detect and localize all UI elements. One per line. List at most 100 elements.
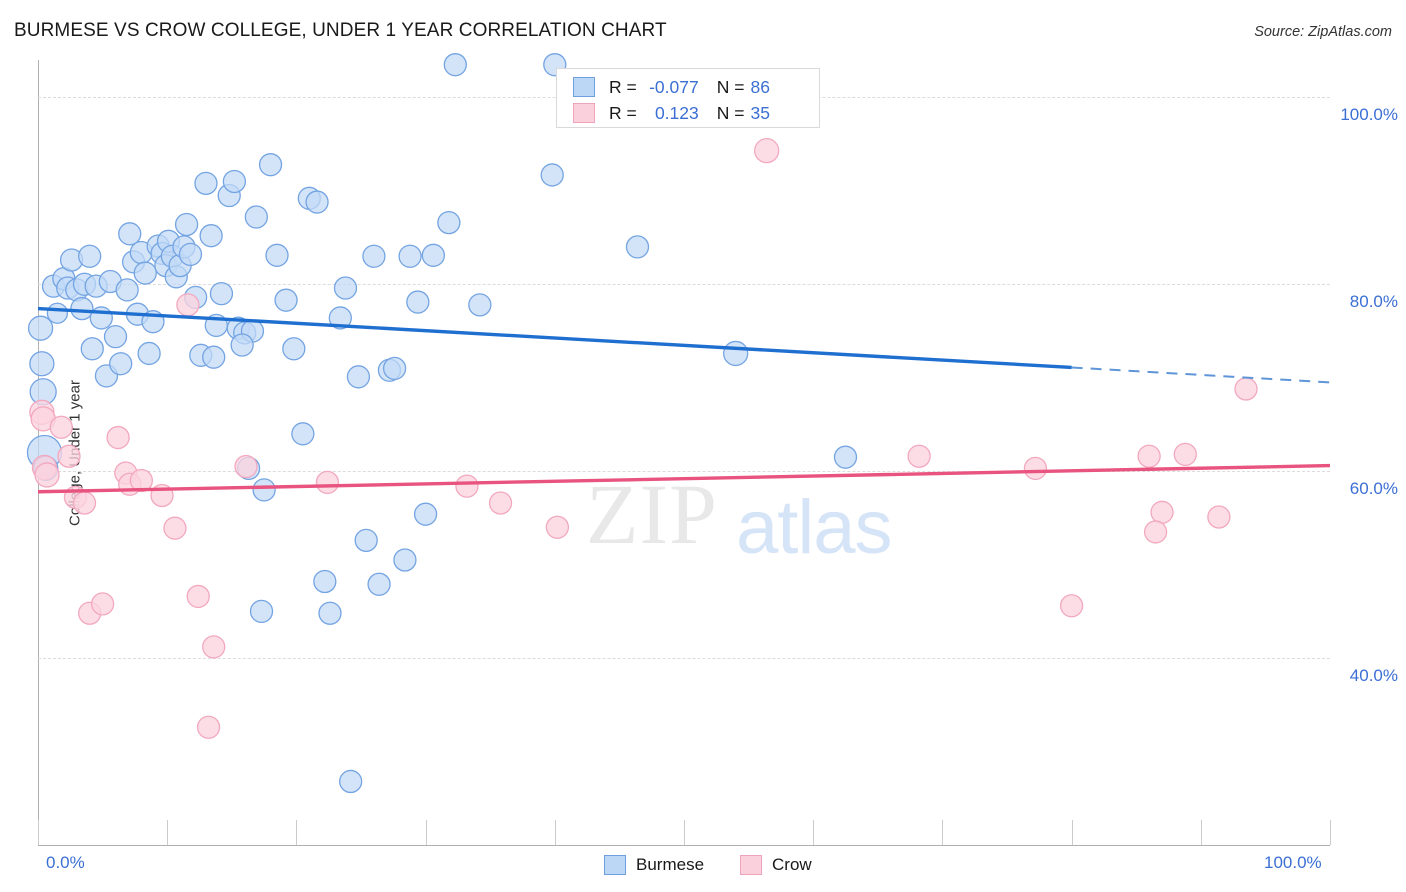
data-point (333, 276, 358, 300)
data-point (176, 293, 200, 317)
x-axis-line (38, 845, 1330, 846)
data-point (109, 352, 133, 376)
x-tick-mark (296, 820, 298, 845)
r-label-burmese: R = (609, 76, 637, 97)
data-point (234, 454, 258, 479)
data-point (318, 601, 342, 625)
y-tick-label: 80.0% (1349, 292, 1398, 312)
legend-item-crow[interactable]: Crow (740, 855, 812, 875)
data-point (406, 290, 430, 314)
data-point (540, 163, 564, 187)
data-point (115, 278, 139, 302)
correlation-stats-legend: R = -0.077 N = 86 R = 0.123 N = 35 (556, 68, 820, 128)
data-point (49, 415, 73, 439)
stats-row-burmese: R = -0.077 N = 86 (557, 74, 819, 100)
data-point (34, 462, 60, 488)
data-point (1143, 520, 1168, 544)
data-point (252, 478, 276, 502)
data-point (455, 474, 479, 498)
data-point (1150, 500, 1174, 524)
data-point (354, 528, 378, 552)
legend-swatch-burmese (573, 77, 595, 97)
x-tick-mark (1071, 820, 1073, 845)
data-point (186, 584, 210, 609)
data-point (443, 53, 467, 77)
legend-label-crow: Crow (772, 855, 812, 874)
data-point (346, 365, 371, 389)
x-tick-mark (554, 820, 556, 845)
data-point (29, 351, 55, 377)
data-point (313, 569, 337, 594)
trendline-crow (37, 463, 1331, 494)
data-point (1137, 444, 1161, 468)
data-point (163, 516, 187, 540)
r-label-crow: R = (609, 102, 637, 123)
x-tick-mark (167, 820, 169, 845)
x-tick-label: 100.0% (1264, 853, 1322, 872)
y-tick-label: 100.0% (1340, 105, 1398, 125)
data-point (413, 502, 438, 526)
n-value-burmese: 86 (750, 76, 770, 97)
data-point (72, 491, 97, 515)
data-point (362, 244, 386, 268)
data-point (1207, 505, 1231, 529)
data-point (545, 515, 570, 539)
data-point (754, 137, 780, 164)
data-point (437, 210, 461, 235)
data-point (46, 302, 69, 324)
data-point (199, 224, 223, 248)
data-point (202, 635, 226, 659)
data-point (196, 715, 221, 739)
data-point (421, 243, 446, 267)
data-point (249, 599, 274, 624)
data-point (1173, 442, 1197, 467)
data-point (1023, 456, 1048, 481)
x-tick-mark (684, 820, 685, 845)
data-point (625, 235, 650, 259)
data-point (382, 356, 407, 381)
y-tick-label: 40.0% (1349, 666, 1398, 686)
data-point (265, 243, 289, 267)
x-tick-mark (425, 820, 427, 845)
scatter-plot-svg (26, 53, 1331, 794)
data-point (222, 169, 247, 194)
data-point (833, 445, 858, 469)
data-point (291, 422, 315, 446)
data-point (57, 444, 81, 468)
source-attribution: Source: ZipAtlas.com (1254, 24, 1392, 40)
legend-swatch-crow (573, 103, 595, 123)
n-label-crow: N = (716, 102, 745, 123)
data-point (230, 333, 254, 357)
x-tick-mark (1330, 820, 1331, 845)
x-tick-mark (1200, 820, 1202, 845)
series-burmese (26, 53, 858, 794)
data-point (118, 222, 142, 246)
x-tick-mark (942, 820, 944, 845)
data-point (202, 345, 226, 369)
data-point (367, 572, 391, 596)
data-point (1059, 594, 1084, 618)
data-point (315, 470, 340, 495)
data-point (393, 548, 417, 572)
data-point (103, 324, 128, 349)
r-value-crow: 0.123 (654, 102, 699, 123)
data-point (178, 242, 203, 267)
data-point (244, 205, 268, 229)
data-point (80, 337, 104, 361)
legend-color-burmese (604, 855, 626, 875)
data-point (137, 341, 161, 366)
data-point (282, 337, 306, 361)
series-legend: Burmese Crow (604, 852, 848, 878)
data-point (339, 769, 363, 794)
n-label-burmese: N = (716, 76, 745, 97)
x-tick-mark (38, 820, 39, 845)
data-point (468, 293, 492, 317)
r-value-burmese: -0.077 (649, 76, 699, 97)
data-point (106, 425, 130, 450)
data-point (1234, 377, 1258, 401)
data-point (398, 244, 422, 268)
data-point (70, 296, 94, 321)
y-tick-label: 60.0% (1349, 479, 1398, 499)
legend-item-burmese[interactable]: Burmese (604, 855, 704, 875)
data-point (258, 153, 283, 177)
